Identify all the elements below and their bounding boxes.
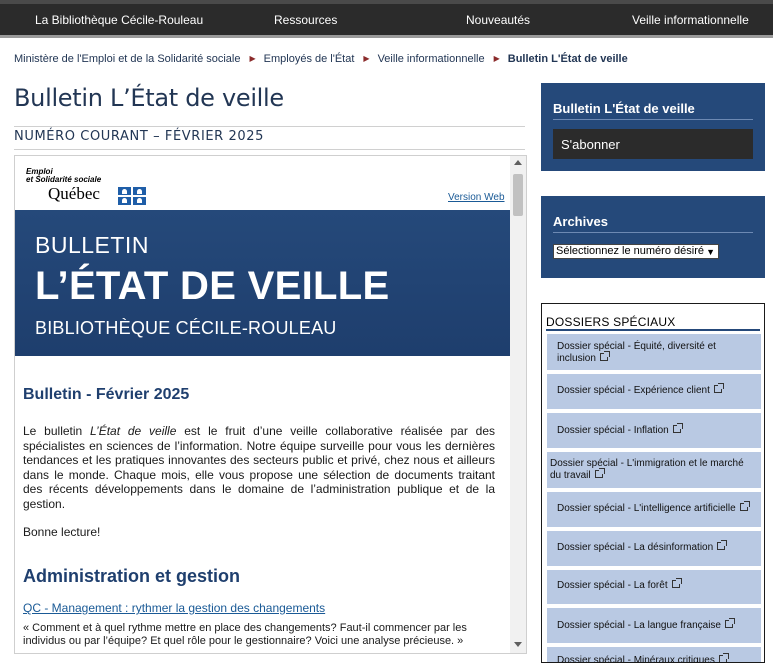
article-link[interactable]: QC - Management : rythmer la gestion des…	[23, 601, 325, 615]
archives-select[interactable]: Sélectionnez le numéro désiré ▼	[553, 244, 719, 259]
external-link-icon	[599, 351, 610, 361]
dossier-item-experience-client[interactable]: Dossier spécial - Expérience client	[547, 374, 761, 411]
nav-item-ressources[interactable]: Ressources	[274, 13, 337, 27]
chevron-down-icon: ▼	[706, 247, 715, 257]
dossier-item-intelligence-artificielle[interactable]: Dossier spécial - L'intelligence artific…	[547, 492, 761, 529]
external-link-icon	[671, 578, 682, 588]
breadcrumb-separator-icon: ▶	[493, 54, 500, 63]
breadcrumb-link-ministere[interactable]: Ministère de l'Emploi et de la Solidarit…	[14, 53, 241, 65]
breadcrumb-current: Bulletin L'État de veille	[507, 53, 628, 65]
divider	[14, 126, 525, 127]
external-link-icon	[594, 468, 605, 478]
newsletter-banner: BULLETIN L’ÉTAT DE VEILLE BIBLIOTHÈQUE C…	[15, 210, 511, 356]
quebec-flag-icon	[118, 187, 146, 205]
banner-line-bibliotheque: BIBLIOTHÈQUE CÉCILE-ROULEAU	[35, 318, 337, 338]
dossier-item-foret[interactable]: Dossier spécial - La forêt	[547, 570, 761, 606]
external-link-icon	[718, 653, 729, 662]
top-strip	[0, 0, 773, 4]
issue-heading: NUMÉRO COURANT – FÉVRIER 2025	[14, 129, 265, 144]
subscribe-button[interactable]: S'abonner	[553, 129, 753, 159]
quebec-logo: Emploi et Solidarité sociale Québec	[26, 168, 156, 205]
dossier-item-desinformation[interactable]: Dossier spécial - La désinformation	[547, 531, 761, 568]
banner-line-etat-de-veille: L’ÉTAT DE VEILLE	[35, 264, 390, 308]
bulletin-subscribe-box: Bulletin L'État de veille S'abonner	[541, 83, 765, 171]
section-heading: Administration et gestion	[23, 566, 241, 586]
external-link-icon	[717, 540, 728, 550]
dossier-item-mineraux-critiques[interactable]: Dossier spécial - Minéraux critiques	[547, 647, 761, 662]
dossier-item-immigration[interactable]: Dossier spécial - L'immigration et le ma…	[547, 452, 761, 490]
web-version-link[interactable]: Version Web	[448, 192, 505, 203]
frame-scrollbar[interactable]	[510, 156, 526, 653]
newsletter-intro: Le bulletin L’État de veille est le frui…	[23, 424, 495, 511]
logo-text-quebec: Québec	[48, 184, 100, 203]
newsletter-frame[interactable]: Emploi et Solidarité sociale Québec Vers…	[14, 155, 527, 654]
scroll-thumb[interactable]	[513, 174, 523, 216]
breadcrumb-link-employes[interactable]: Employés de l'État	[264, 53, 355, 65]
external-link-icon	[672, 423, 683, 433]
breadcrumb-separator-icon: ▶	[249, 54, 256, 63]
breadcrumb: Ministère de l'Emploi et de la Solidarit…	[14, 53, 628, 65]
scroll-up-arrow-icon[interactable]	[514, 160, 522, 165]
archives-title: Archives	[553, 214, 608, 229]
divider	[553, 232, 753, 233]
external-link-icon	[724, 618, 735, 628]
top-navigation: La Bibliothèque Cécile-Rouleau Ressource…	[0, 0, 773, 38]
nav-item-bibliotheque[interactable]: La Bibliothèque Cécile-Rouleau	[35, 13, 203, 27]
newsletter-content: Emploi et Solidarité sociale Québec Vers…	[15, 156, 511, 653]
external-link-icon	[713, 383, 724, 393]
breadcrumb-separator-icon: ▶	[363, 54, 370, 63]
banner-line-bulletin: BULLETIN	[35, 232, 149, 258]
newsletter-greeting: Bonne lecture!	[23, 525, 101, 539]
archives-box: Archives Sélectionnez le numéro désiré ▼	[541, 196, 765, 278]
dossier-item-langue-francaise[interactable]: Dossier spécial - La langue française	[547, 608, 761, 645]
page-title: Bulletin L’État de veille	[14, 84, 284, 112]
external-link-icon	[739, 501, 750, 511]
divider	[546, 329, 760, 331]
nav-item-nouveautes[interactable]: Nouveautés	[466, 13, 530, 27]
newsletter-title: Bulletin - Février 2025	[23, 386, 190, 403]
logo-text-solidarite: et Solidarité sociale	[26, 175, 102, 184]
bulletin-box-title: Bulletin L'État de veille	[553, 101, 695, 116]
dossier-item-equite[interactable]: Dossier spécial - Équité, diversité et i…	[547, 334, 761, 372]
nav-item-veille[interactable]: Veille informationnelle	[632, 13, 749, 27]
dossier-item-inflation[interactable]: Dossier spécial - Inflation	[547, 413, 761, 450]
divider	[553, 119, 753, 120]
scroll-down-arrow-icon[interactable]	[514, 642, 522, 647]
newsletter-intro-emphasis: L’État de veille	[90, 424, 177, 438]
breadcrumb-link-veille[interactable]: Veille informationnelle	[378, 53, 485, 65]
divider	[14, 149, 525, 150]
special-dossiers-box: DOSSIERS SPÉCIAUX Dossier spécial - Équi…	[541, 303, 765, 663]
dossiers-title: DOSSIERS SPÉCIAUX	[546, 315, 676, 329]
article-summary: « Comment et à quel rythme mettre en pla…	[23, 622, 467, 647]
